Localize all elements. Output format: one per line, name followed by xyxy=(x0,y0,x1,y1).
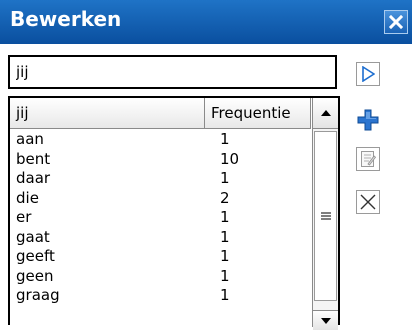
list-item[interactable]: graag 1 xyxy=(10,286,310,306)
frequency-cell: 1 xyxy=(220,169,230,187)
frequency-cell: 1 xyxy=(220,266,230,285)
arrow-up-icon xyxy=(320,110,331,116)
list-item[interactable]: gaat 1 xyxy=(10,228,310,248)
frequency-cell: 10 xyxy=(220,149,240,168)
arrow-down-icon xyxy=(320,317,331,324)
frequency-cell: 1 xyxy=(220,130,230,148)
word-cell: geen xyxy=(16,266,54,285)
list-item[interactable]: bent 10 xyxy=(10,150,310,170)
word-cell: geeft xyxy=(16,247,55,265)
list-item[interactable]: die 2 xyxy=(10,189,310,209)
delete-icon xyxy=(360,194,376,210)
word-cell: gaat xyxy=(16,227,50,246)
list-item[interactable]: er 1 xyxy=(10,208,310,228)
list-item[interactable]: geen 1 xyxy=(10,267,310,287)
scroll-up-button[interactable] xyxy=(313,98,338,129)
close-icon xyxy=(389,15,403,29)
word-cell: graag xyxy=(16,286,60,304)
add-icon xyxy=(357,109,379,131)
word-cell: die xyxy=(16,188,39,207)
frequency-cell: 1 xyxy=(220,208,230,226)
window-title: Bewerken xyxy=(10,7,122,31)
word-cell: er xyxy=(16,208,32,226)
play-button[interactable] xyxy=(356,62,380,86)
list-item[interactable]: aan 1 xyxy=(10,130,310,150)
edit-icon xyxy=(361,151,376,167)
list-header: jij Frequentie xyxy=(10,98,338,129)
vertical-scrollbar[interactable] xyxy=(312,98,338,330)
frequency-cell: 1 xyxy=(220,227,230,246)
frequency-cell: 1 xyxy=(220,286,230,304)
word-frequency-list: jij Frequentie aan 1 bent 10 daar 1 die … xyxy=(8,96,340,330)
title-bar: Bewerken xyxy=(0,0,412,44)
frequency-cell: 1 xyxy=(220,247,230,265)
close-button[interactable] xyxy=(384,10,408,34)
column-header-frequency[interactable]: Frequentie xyxy=(205,98,311,129)
word-cell: bent xyxy=(16,149,51,168)
list-rows: aan 1 bent 10 daar 1 die 2 er 1 gaat 1 g… xyxy=(10,130,310,306)
frequency-cell: 2 xyxy=(220,188,230,207)
scroll-thumb[interactable] xyxy=(314,131,337,301)
search-input[interactable] xyxy=(8,55,337,89)
word-cell: daar xyxy=(16,169,51,187)
add-button[interactable] xyxy=(356,108,380,132)
grip-icon xyxy=(320,212,331,220)
list-item[interactable]: geeft 1 xyxy=(10,247,310,267)
delete-button[interactable] xyxy=(356,190,380,214)
scroll-down-button[interactable] xyxy=(313,310,338,330)
edit-button[interactable] xyxy=(356,147,380,171)
column-header-word[interactable]: jij xyxy=(10,98,205,129)
word-cell: aan xyxy=(16,130,44,148)
list-item[interactable]: daar 1 xyxy=(10,169,310,189)
play-icon xyxy=(362,66,375,82)
